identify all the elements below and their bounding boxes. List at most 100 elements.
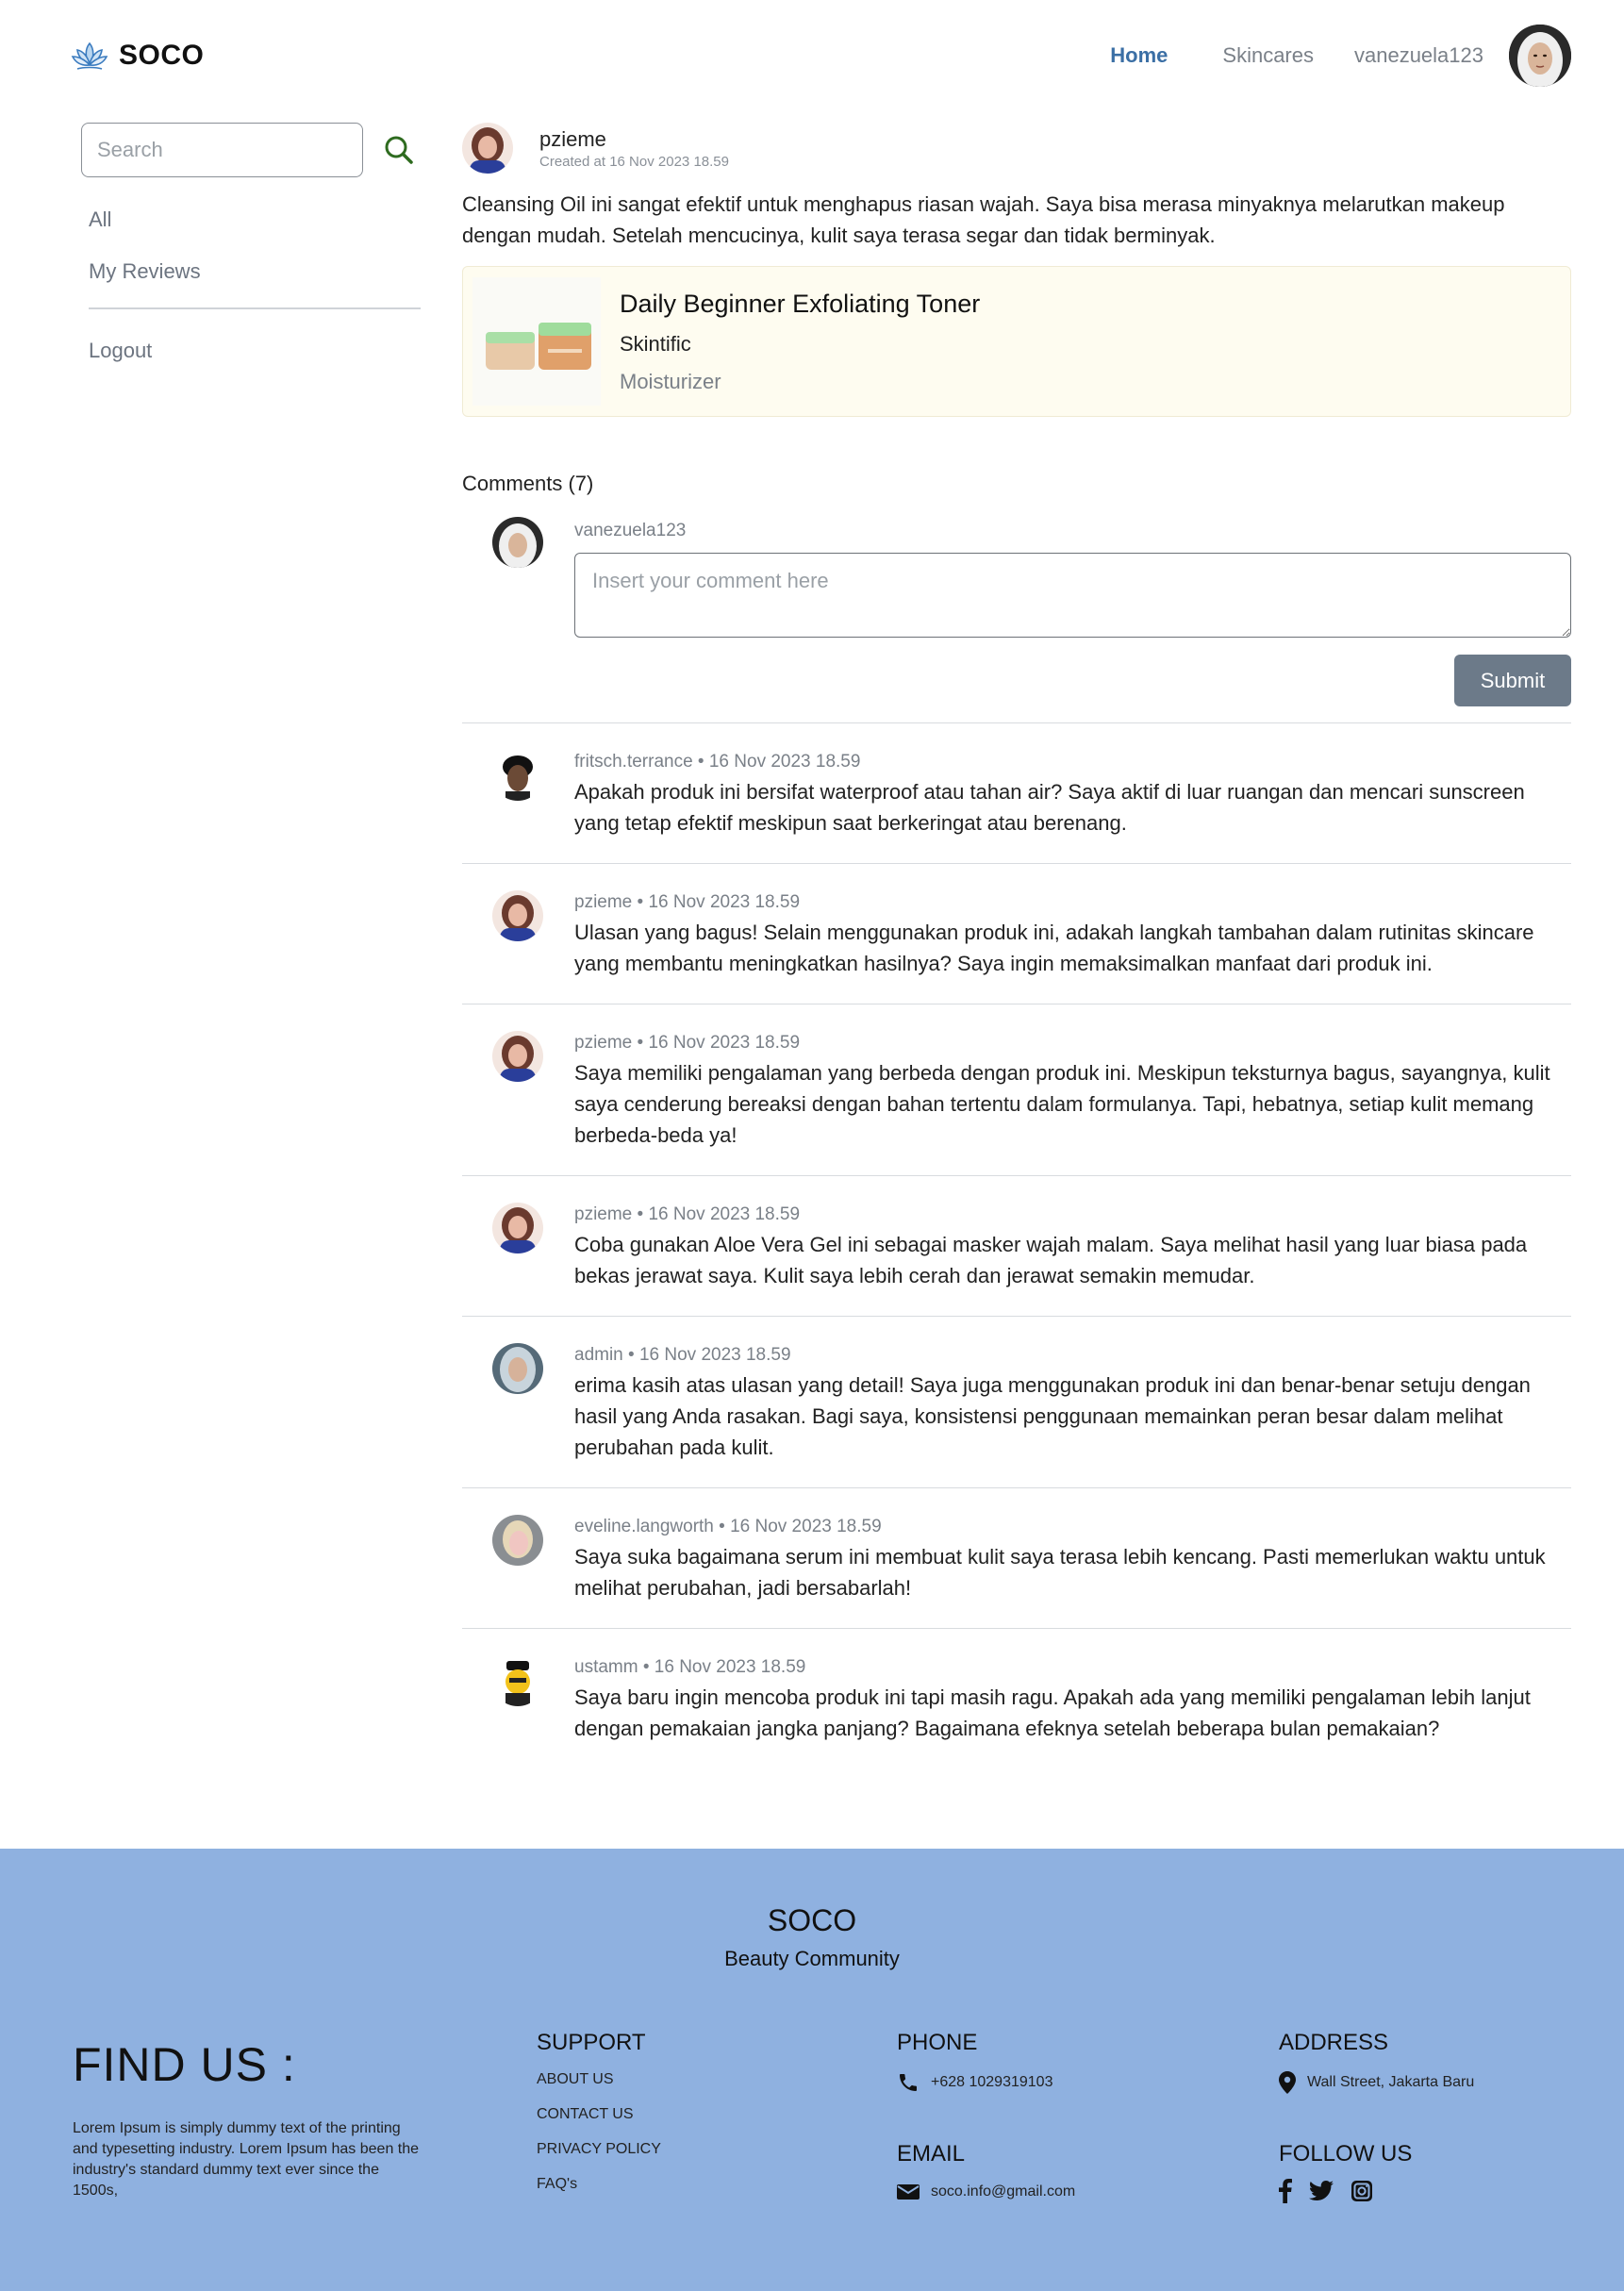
commenter-avatar[interactable] [492, 1203, 543, 1253]
review-detail: pzieme Created at 16 Nov 2023 18.59 Clea… [462, 123, 1571, 1768]
phone-icon [900, 2074, 917, 2091]
woman-avatar-image [492, 890, 543, 941]
sidebar-item-all[interactable]: All [89, 204, 421, 236]
footer-link-faqs[interactable]: FAQ's [537, 2176, 661, 2193]
comment-body: Saya memiliki pengalaman yang berbeda de… [574, 1061, 1550, 1147]
comment-body: Saya suka bagaimana serum ini membuat ku… [574, 1545, 1546, 1600]
woman-avatar-image [492, 1031, 543, 1082]
envelope-icon [897, 2184, 920, 2200]
comments-title: Comments (7) [462, 472, 594, 495]
comment-content: admin • 16 Nov 2023 18.59 erima kasih at… [574, 1343, 1571, 1463]
social-links [1279, 2179, 1373, 2203]
comment-body: Ulasan yang bagus! Selain menggunakan pr… [574, 921, 1534, 975]
comment-content: pzieme • 16 Nov 2023 18.59 Ulasan yang b… [574, 890, 1571, 979]
comment-meta: pzieme • 16 Nov 2023 18.59 [574, 1204, 801, 1224]
post-author-name[interactable]: pzieme [539, 127, 729, 152]
post-author: pzieme Created at 16 Nov 2023 18.59 [539, 127, 729, 170]
comment-meta: ustamm • 16 Nov 2023 18.59 [574, 1657, 806, 1677]
comment-meta: pzieme • 16 Nov 2023 18.59 [574, 1033, 801, 1053]
comment-body: Coba gunakan Aloe Vera Gel ini sebagai m… [574, 1233, 1528, 1287]
comment-body: Apakah produk ini bersifat waterproof at… [574, 780, 1525, 835]
nav-home[interactable]: Home [1110, 43, 1168, 68]
comment-item: pzieme • 16 Nov 2023 18.59 Saya memiliki… [462, 1004, 1571, 1176]
nav-skincares[interactable]: Skincares [1222, 43, 1314, 68]
search-input[interactable] [81, 123, 363, 177]
current-username: vanezuela123 [574, 521, 687, 540]
current-user-avatar [492, 517, 543, 568]
facebook-icon[interactable] [1279, 2179, 1292, 2203]
new-comment-form: vanezuela123 Submit [462, 517, 1571, 722]
brand[interactable]: SOCO [70, 36, 204, 75]
product-category: Moisturizer [620, 369, 721, 393]
commenter-avatar[interactable] [492, 1515, 543, 1566]
comment-item: admin • 16 Nov 2023 18.59 erima kasih at… [462, 1317, 1571, 1488]
comment-item: ustamm • 16 Nov 2023 18.59 Saya baru ing… [462, 1629, 1571, 1768]
product-info: Daily Beginner Exfoliating Toner Skintif… [620, 290, 980, 394]
comment-input[interactable] [574, 553, 1571, 638]
sidebar-links: All My Reviews [81, 204, 421, 288]
follow-us-title: FOLLOW US [1279, 2141, 1413, 2166]
woman-avatar-image [492, 1203, 543, 1253]
submit-button[interactable]: Submit [1454, 655, 1571, 706]
find-us-heading: FIND US : [73, 2038, 296, 2091]
search-row [81, 123, 421, 177]
phone-row: +628 1029319103 [897, 2071, 1052, 2094]
commenter-avatar[interactable] [492, 1343, 543, 1394]
hijab-avatar-image [492, 517, 543, 568]
comment-body: Saya baru ingin mencoba produk ini tapi … [574, 1685, 1531, 1740]
main-nav: Home Skincares vanezuela123 [1110, 25, 1571, 87]
post-header: pzieme Created at 16 Nov 2023 18.59 [462, 123, 1571, 174]
comment-content: eveline.langworth • 16 Nov 2023 18.59 Sa… [574, 1515, 1571, 1603]
comment-item: pzieme • 16 Nov 2023 18.59 Coba gunakan … [462, 1176, 1571, 1317]
search-icon [385, 136, 413, 164]
post-created-date: Created at 16 Nov 2023 18.59 [539, 153, 729, 170]
email-row: soco.info@gmail.com [897, 2183, 1075, 2201]
logout-link[interactable]: Logout [81, 339, 421, 363]
commenter-avatar[interactable] [492, 1031, 543, 1082]
comment-content: ustamm • 16 Nov 2023 18.59 Saya baru ing… [574, 1655, 1571, 1744]
support-links: ABOUT US CONTACT US PRIVACY POLICY FAQ's [537, 2071, 661, 2211]
product-image [472, 277, 601, 406]
lotus-logo-icon [71, 42, 108, 70]
cartoon-avatar-image [492, 1655, 543, 1706]
sidebar-item-my-reviews[interactable]: My Reviews [89, 256, 421, 288]
product-card[interactable]: Daily Beginner Exfoliating Toner Skintif… [462, 266, 1571, 417]
comment-meta: eveline.langworth • 16 Nov 2023 18.59 [574, 1517, 882, 1536]
footer-link-about-us[interactable]: ABOUT US [537, 2071, 661, 2088]
post-author-avatar[interactable] [462, 123, 513, 174]
top-navbar: SOCO Home Skincares vanezuela123 [0, 0, 1624, 115]
footer: SOCO Beauty Community FIND US : Lorem Ip… [0, 1849, 1624, 2291]
location-pin-icon [1279, 2071, 1296, 2094]
sidebar-divider [89, 307, 421, 309]
search-button[interactable] [382, 133, 416, 167]
address-title: ADDRESS [1279, 2030, 1389, 2055]
comment-item: fritsch.terrance • 16 Nov 2023 18.59 Apa… [462, 723, 1571, 864]
comment-item: pzieme • 16 Nov 2023 18.59 Ulasan yang b… [462, 864, 1571, 1004]
email-address[interactable]: soco.info@gmail.com [931, 2183, 1075, 2200]
toner-jars-image [486, 323, 591, 370]
twitter-icon[interactable] [1309, 2181, 1334, 2201]
comment-meta: pzieme • 16 Nov 2023 18.59 [574, 892, 801, 912]
comment-body: erima kasih atas ulasan yang detail! Say… [574, 1373, 1531, 1459]
hooded-avatar-image [492, 1343, 543, 1394]
phone-title: PHONE [897, 2030, 978, 2055]
blonde-avatar-image [492, 1515, 543, 1566]
product-brand: Skintific [620, 331, 691, 356]
comment-meta: admin • 16 Nov 2023 18.59 [574, 1345, 791, 1365]
footer-link-contact-us[interactable]: CONTACT US [537, 2106, 661, 2123]
commenter-avatar[interactable] [492, 750, 543, 801]
instagram-icon[interactable] [1351, 2180, 1373, 2202]
footer-description: Lorem Ipsum is simply dummy text of the … [73, 2120, 420, 2199]
product-name[interactable]: Daily Beginner Exfoliating Toner [620, 290, 980, 319]
commenter-avatar[interactable] [492, 1655, 543, 1706]
hijab-avatar-image [1509, 25, 1571, 87]
commenter-avatar[interactable] [492, 890, 543, 941]
footer-brand: SOCO [767, 1903, 857, 1937]
user-avatar[interactable] [1509, 25, 1571, 87]
footer-link-privacy-policy[interactable]: PRIVACY POLICY [537, 2141, 661, 2158]
phone-number[interactable]: +628 1029319103 [931, 2074, 1052, 2091]
sidebar: All My Reviews Logout [81, 123, 421, 363]
support-title: SUPPORT [537, 2030, 646, 2055]
nav-username[interactable]: vanezuela123 [1354, 43, 1483, 68]
comment-meta: fritsch.terrance • 16 Nov 2023 18.59 [574, 752, 861, 772]
